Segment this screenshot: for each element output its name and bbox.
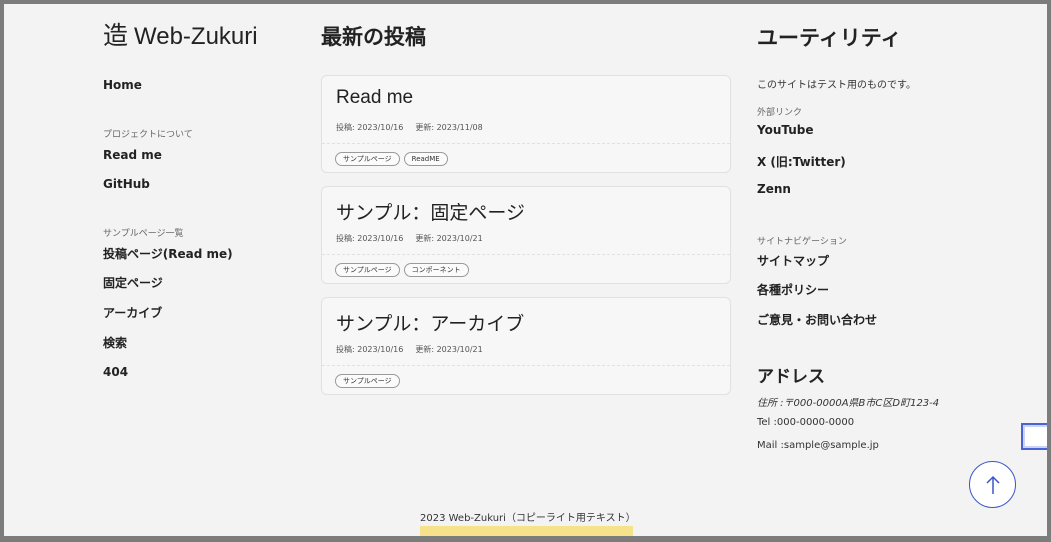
- sample-link-wrap-1: 固定ページ: [103, 276, 163, 291]
- tag[interactable]: サンプルページ: [335, 152, 400, 166]
- post-title[interactable]: サンプル：アーカイブ: [336, 309, 524, 336]
- card-divider: [322, 365, 730, 366]
- footer: 2023 Web-Zukuri（コピーライト用テキスト）: [420, 512, 636, 536]
- latest-posts-title: 最新の投稿: [321, 25, 426, 49]
- tag[interactable]: サンプルページ: [335, 374, 400, 388]
- post-date: 投稿: 2023/10/16: [336, 123, 404, 132]
- nav-archive[interactable]: アーカイブ: [103, 306, 162, 321]
- policy-link[interactable]: 各種ポリシー: [757, 281, 829, 298]
- sample-link-wrap-0: 投稿ページ(Read me): [103, 247, 233, 262]
- back-to-top-button[interactable]: [969, 461, 1016, 508]
- side-widget-box[interactable]: [1021, 423, 1051, 450]
- external-links-caption: 外部リンク: [757, 108, 803, 118]
- logo-text: Web-Zukuri: [134, 23, 258, 50]
- tag-list: サンプルページ ReadME: [335, 152, 448, 166]
- post-card[interactable]: サンプル：固定ページ 投稿: 2023/10/16 更新: 2023/10/21 …: [321, 186, 731, 284]
- nav-github[interactable]: GitHub: [103, 177, 150, 192]
- sitemap-link[interactable]: サイトマップ: [757, 252, 829, 269]
- nav-404[interactable]: 404: [103, 365, 128, 380]
- logo-mark: 造: [103, 21, 129, 50]
- sample-link-wrap-2: アーカイブ: [103, 306, 162, 321]
- youtube-link[interactable]: YouTube: [757, 123, 814, 137]
- project-section: プロジェクトについて: [103, 129, 193, 141]
- nav-home-wrap: Home: [103, 78, 142, 93]
- sample-link-wrap-3: 検索: [103, 336, 127, 351]
- tag[interactable]: コンポーネント: [403, 263, 469, 277]
- zenn-link[interactable]: Zenn: [757, 182, 791, 196]
- tag[interactable]: サンプルページ: [335, 263, 400, 277]
- left-sidebar: 造 Web-Zukuri Home プロジェクトについて Read me Git…: [103, 16, 303, 379]
- card-divider: [322, 143, 730, 144]
- tel-line: Tel :000-0000-0000: [757, 417, 855, 428]
- utility-title: ユーティリティ: [757, 26, 902, 50]
- update-date: 更新: 2023/10/21: [415, 345, 483, 354]
- twitter-link[interactable]: X (旧:Twitter): [757, 153, 846, 170]
- address-line: 住所 :〒000-0000A県B市C区D町123-4: [757, 398, 940, 409]
- card-divider: [322, 254, 730, 255]
- update-date: 更新: 2023/11/08: [415, 123, 483, 132]
- nav-home[interactable]: Home: [103, 78, 142, 93]
- footer-highlight: [420, 526, 633, 536]
- post-date: 投稿: 2023/10/16: [336, 234, 404, 243]
- project-link-wrap-0: Read me: [103, 148, 162, 163]
- sample-caption: サンプルページ一覧: [103, 229, 184, 239]
- nav-readme[interactable]: Read me: [103, 148, 162, 163]
- tag[interactable]: ReadME: [403, 152, 448, 166]
- nav-post-page[interactable]: 投稿ページ(Read me): [103, 247, 233, 262]
- main-content: 最新の投稿 Read me 投稿: 2023/10/16 更新: 2023/11/…: [321, 22, 731, 395]
- mail-line: Mail :sample@sample.jp: [757, 440, 879, 451]
- post-meta: 投稿: 2023/10/16 更新: 2023/11/08: [336, 122, 483, 133]
- post-card[interactable]: サンプル：アーカイブ 投稿: 2023/10/16 更新: 2023/10/21 …: [321, 297, 731, 395]
- project-link-wrap-1: GitHub: [103, 177, 150, 192]
- post-meta: 投稿: 2023/10/16 更新: 2023/10/21: [336, 344, 483, 355]
- tag-list: サンプルページ: [335, 374, 400, 388]
- update-date: 更新: 2023/10/21: [415, 234, 483, 243]
- site-nav-caption: サイトナビゲーション: [757, 237, 847, 247]
- copyright-text: 2023 Web-Zukuri（コピーライト用テキスト）: [420, 513, 636, 524]
- project-caption: プロジェクトについて: [103, 130, 193, 140]
- nav-fixed-page[interactable]: 固定ページ: [103, 276, 163, 291]
- address-title: アドレス: [757, 367, 825, 387]
- nav-search[interactable]: 検索: [103, 336, 127, 351]
- post-title[interactable]: サンプル：固定ページ: [336, 198, 525, 225]
- arrow-up-icon: [985, 475, 1000, 494]
- tag-list: サンプルページ コンポーネント: [335, 263, 469, 277]
- post-card[interactable]: Read me 投稿: 2023/10/16 更新: 2023/11/08 サンプ…: [321, 75, 731, 173]
- site-description: このサイトはテスト用のものです。: [757, 80, 916, 91]
- contact-link[interactable]: ご意見・お問い合わせ: [757, 311, 877, 328]
- sample-section: サンプルページ一覧: [103, 228, 184, 240]
- sample-link-wrap-4: 404: [103, 365, 128, 380]
- post-date: 投稿: 2023/10/16: [336, 345, 404, 354]
- post-meta: 投稿: 2023/10/16 更新: 2023/10/21: [336, 233, 483, 244]
- site-logo[interactable]: 造 Web-Zukuri: [103, 16, 303, 50]
- post-title[interactable]: Read me: [336, 87, 413, 109]
